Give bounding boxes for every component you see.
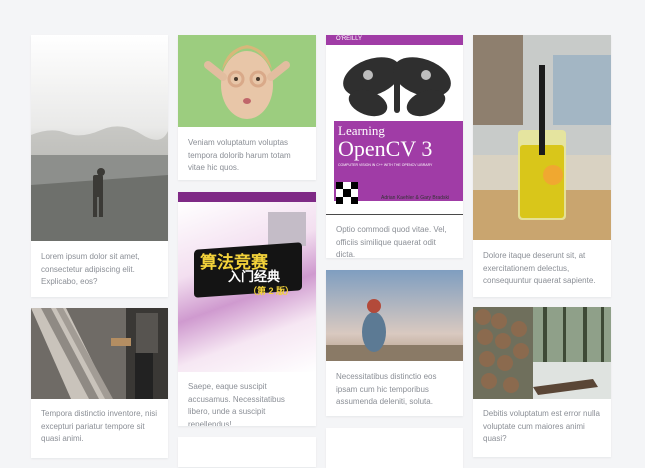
gallery-card[interactable]: 算法竞赛 入门经典 （第 2 版） Saepe, eaque suscipit … <box>178 192 316 426</box>
opencv-logo <box>336 182 358 204</box>
gallery-card[interactable] <box>178 437 316 467</box>
algorithm-book-cover: 算法竞赛 入门经典 （第 2 版） <box>178 192 316 372</box>
gallery-card[interactable] <box>326 428 463 468</box>
card-caption: Veniam voluptatum voluptas tempora dolor… <box>188 138 291 172</box>
card-caption: Dolore itaque deserunt sit, at exercitat… <box>483 251 596 285</box>
card-caption: Necessitatibus distinctio eos ipsam cum … <box>336 372 437 406</box>
book-edition: （第 2 版） <box>248 286 295 296</box>
gallery-card[interactable]: Tempora distinctio inventore, nisi excep… <box>31 308 168 458</box>
lake-person-image <box>31 35 168 241</box>
gallery-card[interactable]: Lorem ipsum dolor sit amet, consectetur … <box>31 35 168 297</box>
opencv-book-cover: O'REILLY Learning OpenCV 3 COMPUTER VISI… <box>326 35 463 215</box>
girl-sitting-image <box>326 270 463 361</box>
woman-portrait-image <box>178 35 316 127</box>
publisher-label: O'REILLY <box>336 36 363 42</box>
card-caption: Lorem ipsum dolor sit amet, consectetur … <box>41 252 140 286</box>
juice-glass-image <box>473 35 611 240</box>
card-caption: Debitis voluptatum est error nulla volup… <box>483 409 600 443</box>
carpenter-image <box>31 308 168 399</box>
book-authors: Adrian Kaehler & Gary Bradski <box>381 195 450 201</box>
gallery-card[interactable]: Debitis voluptatum est error nulla volup… <box>473 307 611 457</box>
card-caption: Optio commodi quod vitae. Vel, officiis … <box>336 225 447 258</box>
gallery-card[interactable]: Dolore itaque deserunt sit, at exercitat… <box>473 35 611 297</box>
book-title-line2: 入门经典 <box>228 269 281 284</box>
book-subtitle: COMPUTER VISION IN C++ WITH THE OPENCV L… <box>338 163 433 167</box>
gallery-card[interactable]: Necessitatibus distinctio eos ipsam cum … <box>326 270 463 416</box>
card-caption: Tempora distinctio inventore, nisi excep… <box>41 409 158 443</box>
woodpile-image <box>473 307 611 399</box>
card-caption: Saepe, eaque suscipit accusamus. Necessi… <box>188 382 285 426</box>
gallery-card[interactable]: Veniam voluptatum voluptas tempora dolor… <box>178 35 316 180</box>
gallery-card[interactable]: O'REILLY Learning OpenCV 3 COMPUTER VISI… <box>326 35 463 258</box>
book-title-opencv: OpenCV 3 <box>338 136 433 161</box>
